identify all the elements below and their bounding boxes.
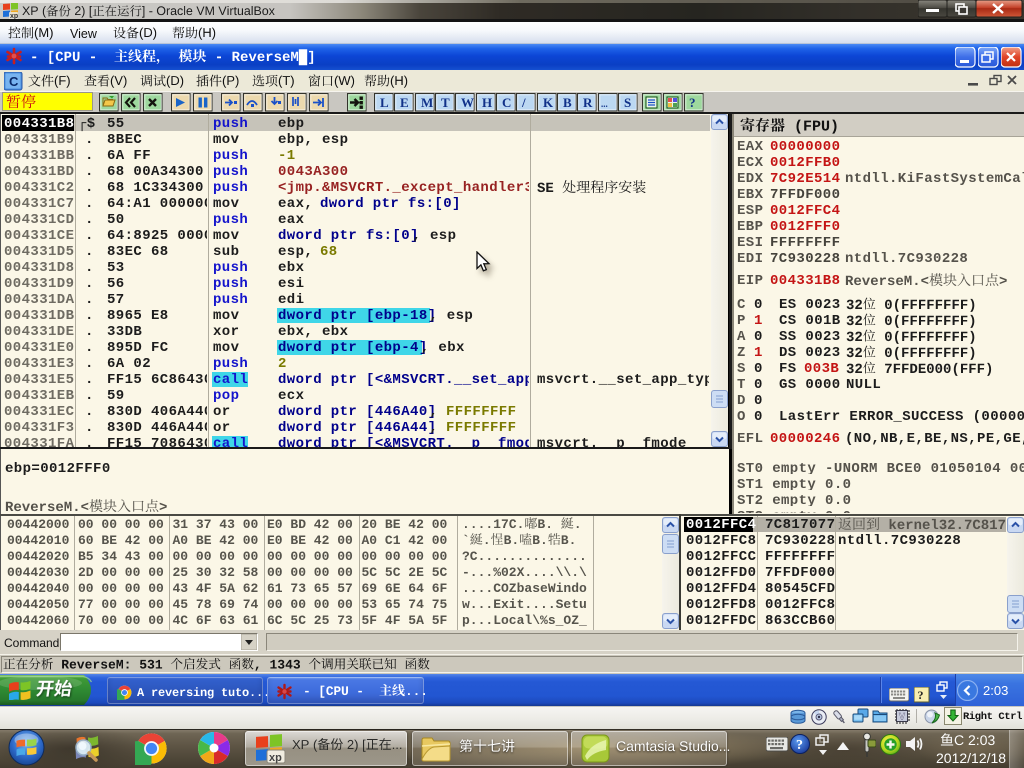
- svg-text:H: H: [482, 95, 492, 110]
- svg-text:C: C: [502, 95, 511, 110]
- svg-text:E: E: [400, 95, 409, 110]
- svg-text:?: ?: [796, 738, 803, 753]
- svg-text:L: L: [380, 95, 389, 110]
- svg-text:/: /: [521, 95, 526, 110]
- svg-text:M: M: [421, 95, 433, 110]
- svg-text:W: W: [461, 95, 474, 110]
- svg-text:R: R: [583, 95, 593, 110]
- svg-text:C: C: [9, 74, 19, 89]
- svg-text:S: S: [624, 95, 631, 110]
- svg-text:B: B: [563, 95, 572, 110]
- svg-text:...: ...: [601, 99, 608, 109]
- svg-text:V: V: [899, 712, 905, 722]
- svg-text:?: ?: [918, 688, 924, 702]
- svg-text:K: K: [543, 95, 554, 110]
- svg-text:xp: xp: [10, 13, 18, 19]
- svg-text:T: T: [441, 95, 450, 110]
- svg-text:?: ?: [689, 95, 696, 110]
- svg-text:xp: xp: [269, 752, 282, 764]
